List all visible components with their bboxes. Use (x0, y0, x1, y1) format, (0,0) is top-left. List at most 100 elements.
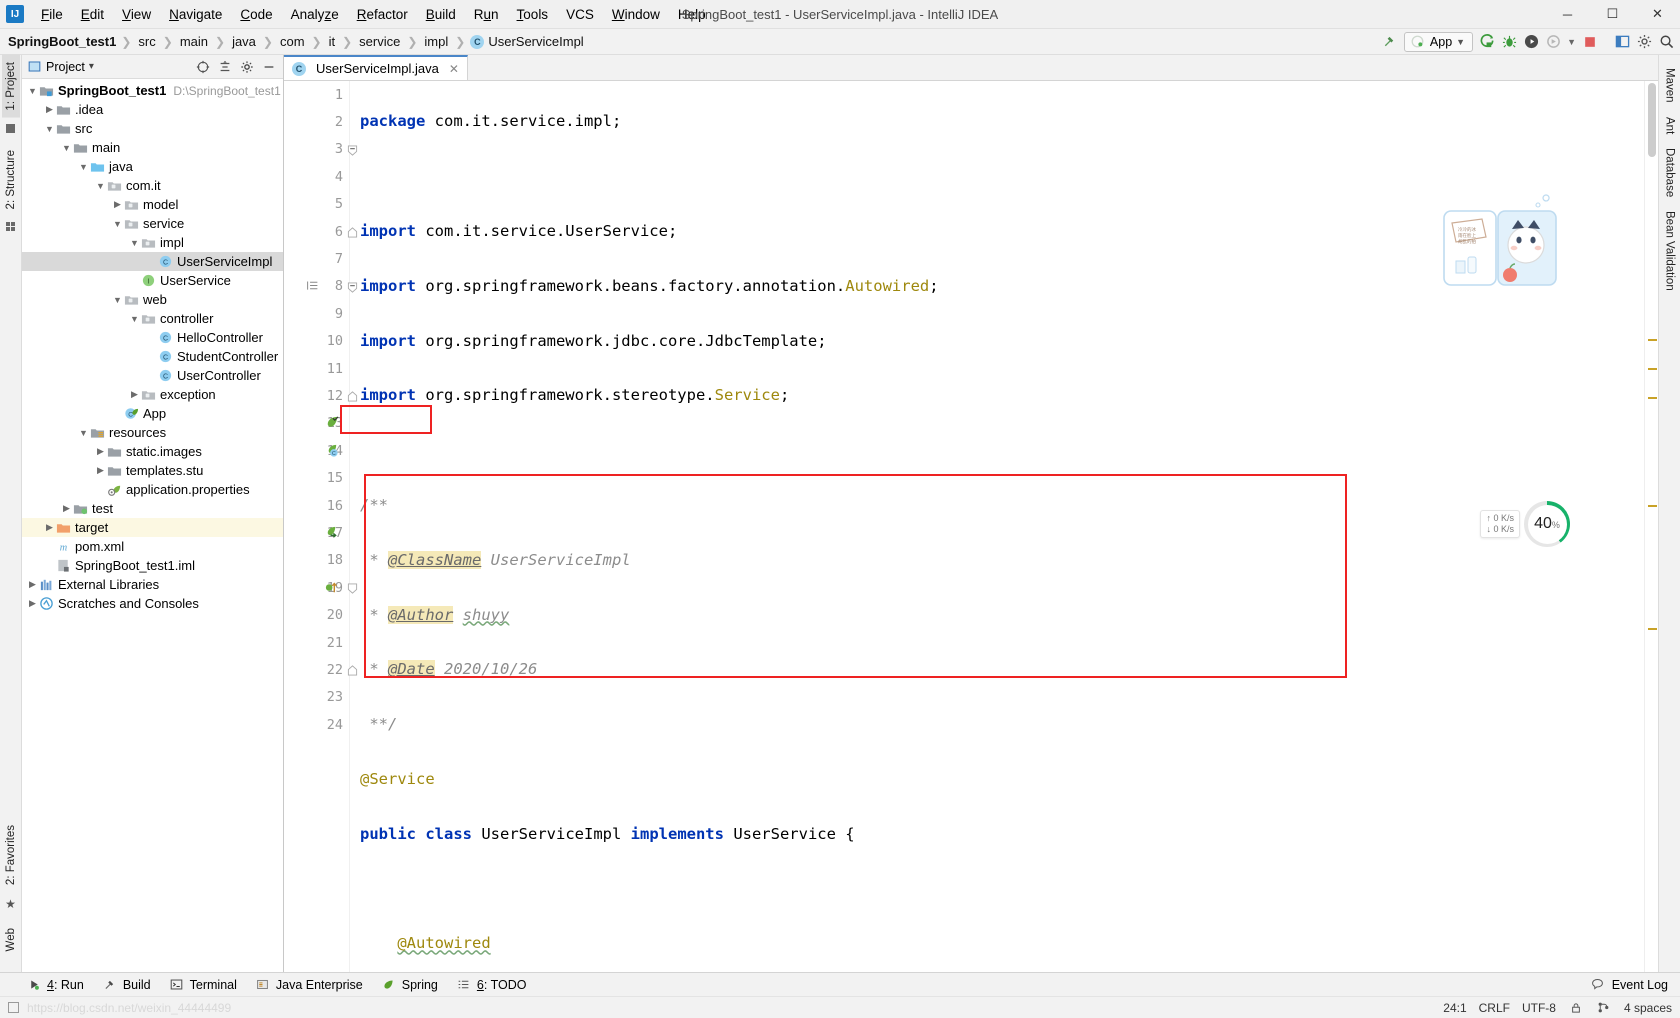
line-number-19[interactable]: 19 (284, 574, 358, 601)
line-number-14[interactable]: 14C (284, 437, 349, 464)
menu-window[interactable]: Window (603, 3, 669, 26)
line-number-6[interactable]: 6 (284, 218, 358, 245)
tool-window-button-project[interactable]: 1: Project (1, 55, 20, 118)
collapse-all-icon[interactable] (217, 59, 233, 75)
menu-bar[interactable]: File Edit View Navigate Code Analyze Ref… (32, 3, 715, 26)
breadcrumb[interactable]: SpringBoot_test1 ❯ src ❯ main ❯ java ❯ c… (8, 33, 584, 50)
chevron-down-icon[interactable]: ▼ (26, 86, 39, 96)
chevron-right-icon[interactable]: ▶ (43, 104, 56, 115)
breadcrumb-item-service[interactable]: service (357, 33, 402, 50)
tree-item-usercontroller[interactable]: C UserController (22, 366, 283, 385)
chevron-down-icon[interactable]: ▼ (128, 314, 141, 324)
class-bean-icon[interactable]: C (324, 443, 340, 459)
file-encoding[interactable]: UTF-8 (1522, 1001, 1556, 1015)
tree-item-exception[interactable]: ▶ exception (22, 385, 283, 404)
tree-item-main[interactable]: ▼ main (22, 138, 283, 157)
tool-button-java-enterprise[interactable]: Java Enterprise (255, 977, 363, 993)
tool-window-button-bean-validation[interactable]: Bean Validation (1661, 204, 1679, 298)
tool-window-button-structure[interactable]: 2: Structure (2, 143, 20, 216)
run-icon[interactable] (1479, 34, 1495, 50)
profiler-icon[interactable] (1545, 34, 1561, 50)
override-icon[interactable] (324, 580, 340, 596)
tree-item-userservice[interactable]: I UserService (22, 271, 283, 290)
tree-item-studentcontroller[interactable]: C StudentController (22, 347, 283, 366)
event-log-label[interactable]: Event Log (1612, 978, 1668, 992)
menu-refactor[interactable]: Refactor (348, 3, 417, 26)
breadcrumb-item-main[interactable]: main (178, 33, 210, 50)
minimize-button[interactable]: ─ (1545, 0, 1590, 29)
tree-item-src[interactable]: ▼ src (22, 119, 283, 138)
menu-analyze[interactable]: Analyze (282, 3, 348, 26)
chevron-down-icon[interactable]: ▼ (94, 181, 107, 191)
chevron-right-icon[interactable]: ▶ (60, 503, 73, 514)
chevron-down-icon[interactable]: ▼ (60, 143, 73, 153)
line-number-21[interactable]: 21 (284, 629, 349, 656)
line-number-7[interactable]: 7 (284, 245, 349, 272)
maximize-button[interactable]: ☐ (1590, 0, 1635, 29)
hammer-icon[interactable] (1382, 34, 1398, 50)
breadcrumb-item-impl[interactable]: impl (422, 33, 450, 50)
line-number-12[interactable]: 12 (284, 382, 358, 409)
line-number-22[interactable]: 22 (284, 656, 358, 683)
breadcrumb-item-it[interactable]: it (327, 33, 338, 50)
menu-run[interactable]: Run (465, 3, 508, 26)
chevron-right-icon[interactable]: ▶ (26, 598, 39, 609)
tool-window-button-maven[interactable]: Maven (1661, 61, 1679, 110)
tree-item-scratches-and-consoles[interactable]: ▶ Scratches and Consoles (22, 594, 283, 613)
line-number-5[interactable]: 5 (284, 191, 349, 218)
line-separator[interactable]: CRLF (1479, 1001, 1510, 1015)
search-icon[interactable] (1658, 34, 1674, 50)
tool-button-terminal[interactable]: Terminal (169, 977, 237, 993)
line-number-13[interactable]: 13 (284, 410, 349, 437)
chevron-right-icon[interactable]: ▶ (111, 199, 124, 210)
menu-build[interactable]: Build (417, 3, 465, 26)
chevron-down-icon[interactable]: ▼ (1456, 37, 1465, 47)
editor-tab-userserviceimpl[interactable]: C UserServiceImpl.java ✕ (284, 55, 468, 80)
chevron-right-icon[interactable]: ▶ (26, 579, 39, 590)
vcs-branch-icon[interactable] (1596, 1000, 1612, 1016)
tree-item-target[interactable]: ▶ target (22, 518, 283, 537)
tree-item-com-it[interactable]: ▼ com.it (22, 176, 283, 195)
editor-scrollbar-thumb[interactable] (1648, 83, 1656, 157)
project-tree[interactable]: ▼ SpringBoot_test1 D:\SpringBoot_test1 ▶ .id… (22, 79, 283, 972)
tree-item--idea[interactable]: ▶ .idea (22, 100, 283, 119)
tree-item-userserviceimpl[interactable]: C UserServiceImpl (22, 252, 283, 271)
tree-item-controller[interactable]: ▼ controller (22, 309, 283, 328)
chevron-down-icon[interactable]: ▼ (77, 428, 90, 438)
hide-panel-icon[interactable] (261, 59, 277, 75)
tree-item-static-images[interactable]: ▶ static.images (22, 442, 283, 461)
indent-setting[interactable]: 4 spaces (1624, 1001, 1672, 1015)
breadcrumb-project[interactable]: SpringBoot_test1 (8, 34, 116, 49)
run-coverage-icon[interactable] (1523, 34, 1539, 50)
tree-item-java[interactable]: ▼ java (22, 157, 283, 176)
line-number-1[interactable]: 1 (284, 81, 349, 108)
lock-icon[interactable] (1568, 1000, 1584, 1016)
gear-icon[interactable] (1636, 34, 1652, 50)
breadcrumb-item-src[interactable]: src (136, 33, 157, 50)
line-number-23[interactable]: 23 (284, 684, 349, 711)
chevron-down-icon[interactable]: ▼ (128, 238, 141, 248)
run-configuration-selector[interactable]: App ▼ (1403, 31, 1474, 52)
line-number-16[interactable]: 16 (284, 492, 349, 519)
line-number-3[interactable]: 3 (284, 136, 358, 163)
line-number-20[interactable]: 20 (284, 601, 349, 628)
breadcrumb-file[interactable]: UserServiceImpl (488, 34, 583, 49)
line-number-10[interactable]: 10 (284, 328, 349, 355)
line-number-gutter[interactable]: 1234567891011121314C15161718192021222324 (284, 81, 358, 972)
editor-marker-bar[interactable] (1644, 81, 1658, 972)
network-speed-widget[interactable]: ↑ 0 K/s ↓ 0 K/s 40% (1480, 501, 1570, 547)
tool-button-build[interactable]: Build (102, 977, 151, 993)
chevron-down-icon[interactable]: ▼ (111, 219, 124, 229)
line-number-9[interactable]: 9 (284, 300, 349, 327)
tool-window-button-favorites[interactable]: 2: Favorites (2, 818, 20, 892)
menu-edit[interactable]: Edit (72, 3, 113, 26)
tree-item-impl[interactable]: ▼ impl (22, 233, 283, 252)
tree-item-web[interactable]: ▼ web (22, 290, 283, 309)
breadcrumb-item-java[interactable]: java (230, 33, 258, 50)
chevron-down-icon[interactable]: ▼ (43, 124, 56, 134)
tree-item-resources[interactable]: ▼ resources (22, 423, 283, 442)
window-controls[interactable]: ─ ☐ ✕ (1545, 0, 1680, 29)
chevron-down-icon[interactable]: ▼ (111, 295, 124, 305)
tool-window-button-web[interactable]: Web (2, 921, 20, 958)
tree-item-pom-xml[interactable]: m pom.xml (22, 537, 283, 556)
